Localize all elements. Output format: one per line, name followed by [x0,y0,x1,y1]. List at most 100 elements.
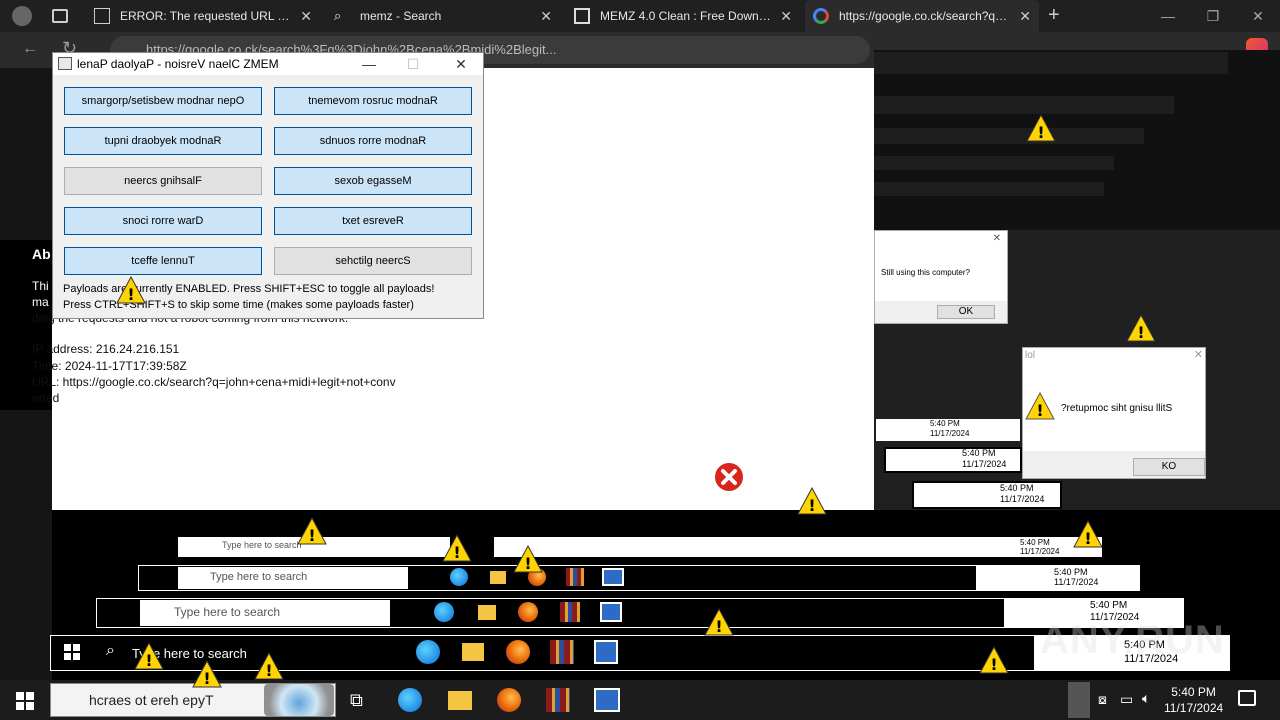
tunnel-echo-bar-3 [874,128,1144,144]
display-icon[interactable]: ▭ [1120,691,1133,708]
minimize-icon[interactable]: — [1145,0,1191,32]
page-para-2: ma [32,295,49,309]
clock-echo: 5:40 PM 11/17/2024 [1000,483,1044,505]
svg-text:!: ! [203,669,210,688]
tab-label: memz - Search [360,9,442,23]
warning-icon: ! [1073,520,1103,548]
svg-text:!: ! [1036,401,1043,420]
message-box-lol: lol ✕ ! ?retupmoc siht gnisu llitS KO [1022,347,1206,479]
date-label: 11/17/2024 [930,429,970,438]
svg-text:!: ! [1084,529,1091,548]
clock-echo: 5:40 PM 11/17/2024 [1020,538,1059,556]
network-icon[interactable]: ⧇ [1098,691,1107,708]
svg-text:!: ! [1137,323,1144,342]
warning-icon: ! [979,646,1009,674]
edge-icon [434,602,454,622]
search-echo: Type here to search [222,540,302,550]
time-label: 5:40 PM [930,419,960,428]
explorer-icon[interactable] [448,691,472,710]
warning-icon: ! [704,608,734,636]
new-tab-icon[interactable]: + [1048,4,1060,27]
close-icon[interactable]: ✕ [300,8,312,25]
close-window-icon[interactable]: ✕ [1235,0,1280,32]
payload-button-error-sounds[interactable]: sdnuos rorre modnaR [274,127,472,155]
message-text: ?retupmoc siht gnisu llitS [1061,403,1173,414]
error-icon [713,461,745,493]
memz-icon [602,568,624,586]
payload-button-keyboard-input[interactable]: tupni draobyek modnaR [64,127,262,155]
profile-icon[interactable] [12,6,32,26]
firefox-icon[interactable] [497,688,521,712]
warning-icon: ! [1126,314,1156,342]
ok-button[interactable]: KO [1133,458,1205,476]
memz-icon [594,640,618,664]
ip-address: IP address: 216.24.216.151 [32,342,180,356]
google-icon [813,8,829,24]
tab-label: ERROR: The requested URL could [120,9,293,23]
close-icon[interactable]: ✕ [540,8,552,25]
edge-icon[interactable] [398,688,422,712]
message-box-still-using: ✕ Still using this computer? OK [874,230,1008,324]
browser-tabbar: ERROR: The requested URL could ✕ ⌕ memz … [0,0,1280,32]
edge-icon [450,568,468,586]
search-echo: Type here to search [210,571,308,583]
winrar-icon [566,568,584,586]
task-view-icon[interactable]: ⧉ [350,690,363,711]
payload-button-reverse-text[interactable]: txet esreveR [274,207,472,235]
svg-text:!: ! [265,661,272,680]
close-icon[interactable]: ✕ [780,8,792,25]
minimize-icon[interactable]: — [347,53,391,75]
time-label: 5:40 PM [962,448,996,458]
tab-actions-icon[interactable] [52,9,68,23]
tab-memz-search[interactable]: ⌕ memz - Search ✕ [326,0,560,32]
memz-icon[interactable] [594,688,620,712]
ok-button[interactable]: OK [937,305,995,319]
svg-text:!: ! [1037,123,1044,142]
search-icon: ⌕ [106,642,115,659]
payload-button-tunnel-effect[interactable]: tceffe lennuT [64,247,262,275]
close-icon[interactable]: ✕ [993,233,1001,244]
maximize-icon[interactable]: ❐ [1190,0,1236,32]
notification-icon[interactable] [1238,690,1256,706]
payload-button-draw-error-icons[interactable]: snoci rorre warD [64,207,262,235]
close-icon[interactable]: ✕ [1194,348,1203,361]
time-label: 5:40 PM [1000,483,1034,493]
message-text: Still using this computer? [881,268,970,277]
tray-overflow [1068,682,1090,718]
explorer-icon [490,571,506,584]
date-label: 11/17/2024 [1164,701,1224,715]
close-icon[interactable]: ✕ [1019,8,1031,25]
tunnel-echo-bar-4 [874,156,1114,170]
volume-icon[interactable]: 🔈︎ [1142,690,1150,707]
time-label: 5:40 PM [1020,538,1050,547]
firefox-icon [506,640,530,664]
back-icon[interactable]: ← [22,40,38,58]
tab-error[interactable]: ERROR: The requested URL could ✕ [86,0,320,32]
time-value: Time: 2024-11-17T17:39:58Z [32,359,187,373]
windows-start-icon [64,644,80,660]
payload-button-screen-glitches[interactable]: sehctilg neercS [274,247,472,275]
warning-icon: ! [513,545,543,573]
taskbar-clock[interactable]: 5:40 PM 11/17/2024 [1164,684,1223,716]
payload-button-cursor-movement[interactable]: tnemevom rosruc modnaR [274,87,472,115]
payload-button-open-websites[interactable]: smargorp/setisbew modnar nepO [64,87,262,115]
payload-button-message-boxes[interactable]: sexob egasseM [274,167,472,195]
windows-start-icon[interactable] [16,692,34,710]
url-value-cont: erted [32,391,60,405]
payload-button-flashing-screen[interactable]: neercs gnihsalF [64,167,262,195]
tab-google[interactable]: https://google.co.ck/search?q=jo ✕ [805,0,1039,32]
explorer-icon [462,643,484,661]
winrar-icon[interactable] [546,688,570,712]
maximize-icon: ☐ [406,56,420,72]
date-label: 11/17/2024 [1054,577,1099,587]
archive-icon [574,8,590,24]
tab-memz-download[interactable]: MEMZ 4.0 Clean : Free Download ✕ [566,0,800,32]
tunnel-echo-bar-5 [874,182,1104,196]
app-icon [58,57,72,70]
svg-text:!: ! [453,543,460,562]
warning-icon: ! [1025,392,1055,420]
page-para-1: Thi [32,279,49,293]
clock-echo: 5:40 PM 11/17/2024 [930,419,969,439]
close-icon[interactable]: ✕ [439,53,483,75]
search-highlight-icon [264,684,334,716]
